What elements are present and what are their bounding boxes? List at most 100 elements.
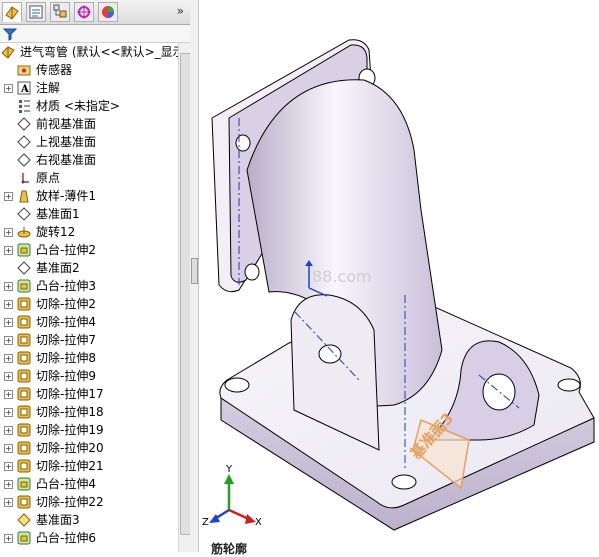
tree-item-label: 基准面2 — [36, 261, 80, 275]
tree-item-label: 放样-薄件1 — [36, 189, 96, 203]
tree-item-label: 进气弯管 (默认<<默认>_显示 — [20, 45, 178, 59]
feature-manager-tab[interactable] — [2, 2, 22, 22]
origin-icon — [21, 173, 29, 184]
feature-tree: 进气弯管 (默认<<默认>_显示 传感器 + A 注解 材质 <未指定> 前视基准面 上视基准… — [0, 43, 178, 552]
expand-toggle[interactable]: + — [4, 372, 13, 381]
display-manager-tab[interactable] — [98, 2, 118, 22]
loft-thin-icon — [19, 190, 29, 203]
plane-icon — [17, 135, 31, 149]
tree-item-label: 切除-拉伸4 — [36, 315, 96, 329]
tree-item-label: 凸台-拉伸4 — [36, 477, 96, 491]
cut-extrude-icon — [17, 297, 31, 311]
expand-toggle[interactable]: + — [4, 336, 13, 345]
expand-toggle[interactable]: + — [4, 426, 13, 435]
expand-toggle[interactable]: + — [4, 480, 13, 489]
expand-toggle[interactable]: + — [4, 444, 13, 453]
tree-item-label: 切除-拉伸22 — [36, 495, 104, 509]
expand-toggle[interactable]: + — [4, 462, 13, 471]
boss-extrude-icon — [17, 477, 31, 491]
manager-tabs: » — [0, 0, 190, 25]
tree-item-label: 材质 <未指定> — [36, 99, 120, 113]
tree-item-label: 旋转12 — [36, 225, 76, 239]
tree-item-label: 切除-拉伸9 — [36, 369, 96, 383]
feature-manager-panel: » 进气弯管 (默认<<默认>_显示 传感器 + A 注解 材质 <未指定> 前视基准面 上视… — [0, 0, 191, 552]
flange-bolt-hole — [235, 134, 251, 152]
cut-extrude-icon — [17, 459, 31, 473]
triad-x-label: X — [255, 517, 262, 528]
dimxpert-manager-tab-icon — [77, 5, 91, 19]
expand-toggle[interactable]: + — [4, 282, 13, 291]
base-bolt-hole — [391, 474, 417, 490]
more-tabs-chevron[interactable]: » — [177, 4, 184, 18]
expand-toggle[interactable]: + — [4, 318, 13, 327]
lug-hole — [482, 373, 516, 411]
tree-item-label: 凸台-拉伸3 — [36, 279, 96, 293]
watermark: 88.com — [312, 267, 372, 286]
expand-toggle[interactable]: + — [4, 84, 13, 93]
cut-extrude-icon — [17, 315, 31, 329]
expand-toggle[interactable]: + — [4, 390, 13, 399]
tree-item-label: 前视基准面 — [36, 117, 97, 131]
expand-toggle[interactable]: + — [4, 228, 13, 237]
tree-item-label: 切除-拉伸7 — [36, 333, 96, 347]
tree-item-label: 切除-拉伸20 — [36, 441, 104, 455]
plane-icon — [17, 261, 31, 275]
expand-toggle[interactable]: + — [4, 534, 13, 543]
model-view[interactable]: 基准面3 88.com Y X Z — [199, 0, 599, 552]
tree-item-label: 切除-拉伸8 — [36, 351, 96, 365]
cut-extrude-icon — [17, 333, 31, 347]
property-manager-tab[interactable] — [26, 2, 46, 22]
tree-item-label: 切除-拉伸18 — [36, 405, 104, 419]
expand-toggle[interactable]: + — [4, 246, 13, 255]
tree-item-label: 上视基准面 — [36, 135, 97, 149]
cut-extrude-icon — [17, 351, 31, 365]
plane-highlighted-icon — [17, 513, 31, 527]
boss-extrude-icon — [17, 279, 31, 293]
part-icon — [1, 46, 15, 59]
triad-z-label: Z — [202, 517, 209, 528]
display-manager-tab-icon — [102, 6, 114, 18]
cut-extrude-icon — [17, 495, 31, 509]
filter-icon[interactable] — [3, 27, 17, 41]
expand-toggle[interactable]: + — [4, 300, 13, 309]
expand-toggle[interactable]: + — [4, 354, 13, 363]
tree-item-label: 切除-拉伸19 — [36, 423, 104, 437]
expand-toggle[interactable]: + — [4, 408, 13, 417]
cut-extrude-icon — [17, 369, 31, 383]
graphics-viewport[interactable]: 基准面3 88.com Y X Z — [199, 0, 599, 552]
filter-bar — [0, 25, 190, 43]
cut-extrude-icon — [17, 387, 31, 401]
lug-hole — [318, 344, 342, 364]
flange-bolt-hole — [244, 263, 260, 281]
panel-splitter[interactable] — [190, 0, 199, 552]
plane-icon — [17, 117, 31, 131]
sketch-label: 筋轮廓 — [211, 542, 248, 556]
feature-manager-tab-icon — [5, 6, 19, 20]
cut-extrude-icon — [17, 423, 31, 437]
tree-item-label: 凸台-拉伸6 — [36, 531, 96, 545]
tree-item-label: 注解 — [36, 81, 61, 95]
tree-item-label: 切除-拉伸17 — [36, 387, 104, 401]
expand-toggle[interactable]: + — [4, 498, 13, 507]
triad-y-label: Y — [225, 464, 233, 475]
property-manager-tab-icon — [29, 5, 43, 19]
cut-extrude-icon — [17, 405, 31, 419]
collapse-grip[interactable] — [191, 258, 198, 284]
boss-extrude-icon — [17, 531, 31, 545]
tree-item-label: 基准面3 — [36, 513, 80, 527]
plane-icon — [17, 153, 31, 167]
tree-item-label: 传感器 — [36, 63, 73, 77]
sensors-folder-icon — [17, 65, 31, 76]
base-bolt-hole — [224, 377, 250, 393]
cut-extrude-icon — [17, 441, 31, 455]
view-triad: Y X Z — [202, 464, 262, 528]
expand-toggle[interactable]: + — [4, 192, 13, 201]
configuration-manager-tab-icon — [53, 4, 67, 18]
configuration-manager-tab[interactable] — [50, 2, 70, 22]
base-bolt-hole — [557, 378, 581, 392]
boss-extrude-icon — [17, 243, 31, 257]
dimxpert-manager-tab[interactable] — [74, 2, 94, 22]
tree-item-label: 切除-拉伸2 — [36, 297, 96, 311]
tree-item-label: 原点 — [36, 171, 61, 185]
tree-item-label: 基准面1 — [36, 207, 80, 221]
